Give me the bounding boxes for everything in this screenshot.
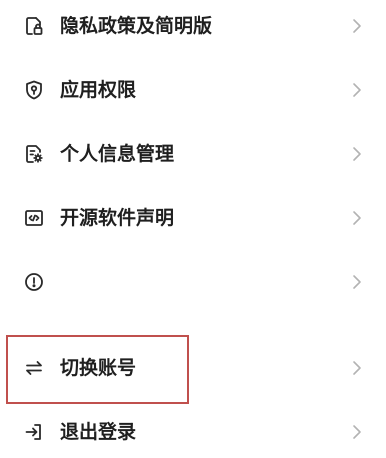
menu-item-label: 隐私政策及简明版 bbox=[60, 15, 213, 37]
document-lock-icon bbox=[23, 15, 45, 37]
chevron-right-icon bbox=[352, 18, 362, 34]
chevron-right-icon bbox=[352, 274, 362, 290]
menu-item-personal-info[interactable]: 个人信息管理 bbox=[0, 128, 386, 180]
menu-item-label: 开源软件声明 bbox=[60, 207, 175, 229]
shield-icon bbox=[23, 79, 45, 101]
chevron-right-icon bbox=[352, 210, 362, 226]
document-gear-icon bbox=[23, 143, 45, 165]
chevron-right-icon bbox=[352, 424, 362, 440]
logout-icon bbox=[23, 421, 45, 443]
menu-item-app-permissions[interactable]: 应用权限 bbox=[0, 64, 386, 116]
menu-item-label: 退出登录 bbox=[60, 421, 137, 443]
code-window-icon bbox=[23, 207, 45, 229]
menu-item-about[interactable] bbox=[0, 256, 386, 308]
menu-item-label: 应用权限 bbox=[60, 79, 137, 101]
menu-item-label: 个人信息管理 bbox=[60, 143, 175, 165]
settings-menu: 隐私政策及简明版 应用权限 个人信息管理 开源软件声明 切换账号 退出登录 bbox=[0, 0, 386, 458]
chevron-right-icon bbox=[352, 82, 362, 98]
chevron-right-icon bbox=[352, 146, 362, 162]
chevron-right-icon bbox=[352, 360, 362, 376]
highlight-box bbox=[6, 335, 189, 404]
menu-item-privacy-policy[interactable]: 隐私政策及简明版 bbox=[0, 0, 386, 52]
info-circle-icon bbox=[23, 271, 45, 293]
menu-item-logout[interactable]: 退出登录 bbox=[0, 406, 386, 458]
menu-item-open-source[interactable]: 开源软件声明 bbox=[0, 192, 386, 244]
